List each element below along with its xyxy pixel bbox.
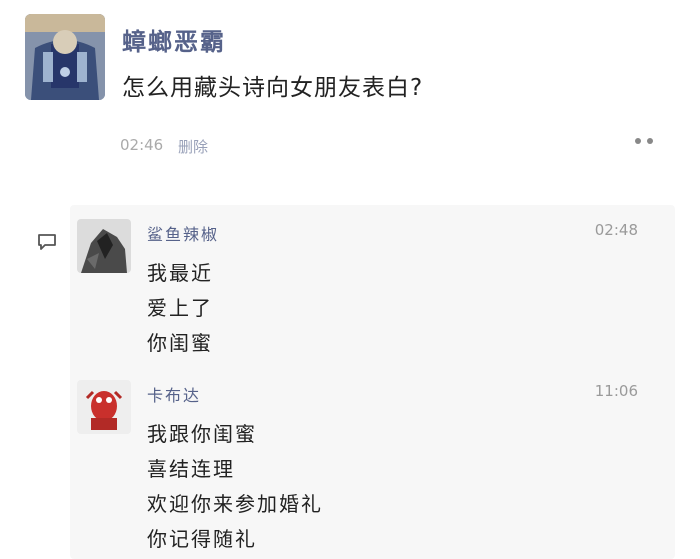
comment-bubble-icon [37,233,57,251]
comment-text-line: 欢迎你来参加婚礼 [147,492,323,516]
avatar-image [77,219,131,273]
avatar-image [25,14,105,100]
post-timestamp: 02:46 [120,136,164,154]
delete-button[interactable]: 删除 [178,136,208,157]
comment-author-avatar[interactable] [77,380,131,434]
comment-author-name[interactable]: 鲨鱼辣椒 [147,221,219,245]
comment-text-line: 喜结连理 [147,457,235,481]
avatar-image [77,380,131,434]
comment-text-line: 我跟你闺蜜 [147,422,257,446]
comment-timestamp: 11:06 [594,382,638,400]
comment-text-line: 你记得随礼 [147,527,257,551]
comments-panel: 鲨鱼辣椒 02:48 我最近 爱上了 你闺蜜 卡布达 11:06 我跟你闺蜜 喜… [70,205,675,559]
post: 蟑螂恶霸 怎么用藏头诗向女朋友表白? 02:46 删除 [0,0,700,190]
comment-text-line: 你闺蜜 [147,331,213,355]
comment-author-name[interactable]: 卡布达 [147,382,201,406]
post-content: 怎么用藏头诗向女朋友表白? [122,75,424,101]
more-dots-icon[interactable] [632,132,658,150]
comment-text-line: 我最近 [147,261,213,285]
post-author-name[interactable]: 蟑螂恶霸 [122,22,226,57]
post-author-avatar[interactable] [25,14,105,100]
comment-author-avatar[interactable] [77,219,131,273]
comment-text-line: 爱上了 [147,296,213,320]
comment-timestamp: 02:48 [594,221,638,239]
